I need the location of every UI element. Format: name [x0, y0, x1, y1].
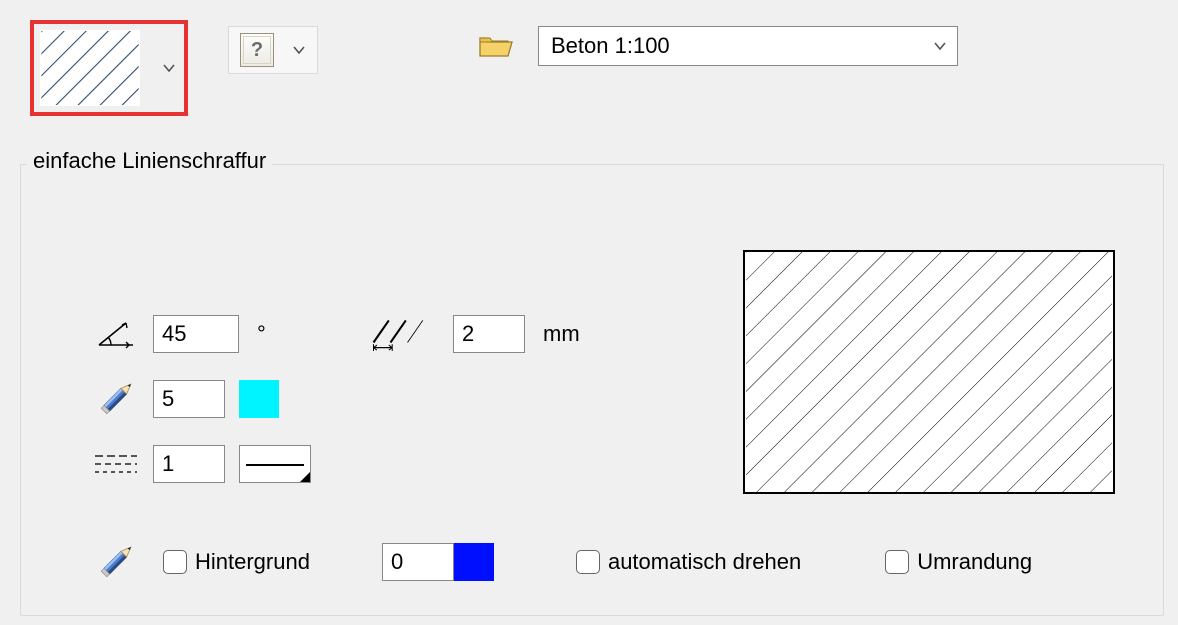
hatch-properties-group: einfache Linienschraffur 45 ° — [20, 164, 1164, 616]
chevron-down-icon — [933, 39, 947, 53]
background-pen-value: 0 — [391, 549, 403, 575]
background-color-swatch[interactable] — [454, 543, 494, 581]
spacing-input[interactable]: 2 — [453, 315, 525, 353]
hatch-preset-select[interactable]: Beton 1:100 — [538, 26, 958, 66]
pencil-icon — [93, 382, 139, 416]
chevron-down-icon — [292, 43, 306, 57]
background-pen-input[interactable]: 0 — [382, 543, 454, 581]
hatch-pattern-picker[interactable] — [30, 20, 188, 116]
hatch-spacing-icon — [359, 317, 439, 351]
spacing-value: 2 — [462, 321, 474, 347]
auto-rotate-checkbox[interactable] — [576, 550, 600, 574]
pen-color-swatch[interactable] — [239, 380, 279, 418]
hatch-preset-value: Beton 1:100 — [551, 33, 670, 59]
hatch-preview — [743, 250, 1115, 494]
auto-rotate-label: automatisch drehen — [608, 549, 801, 575]
angle-icon — [93, 317, 139, 351]
help-button[interactable]: ? — [228, 26, 318, 74]
linetype-input[interactable]: 1 — [153, 445, 225, 483]
background-label: Hintergrund — [195, 549, 310, 575]
hatch-pattern-icon — [40, 30, 140, 106]
chevron-down-icon — [162, 61, 176, 75]
pencil-icon — [93, 545, 139, 579]
angle-value: 45 — [162, 321, 186, 347]
border-checkbox[interactable] — [885, 550, 909, 574]
spacing-unit: mm — [543, 321, 580, 347]
dashed-line-icon — [93, 449, 139, 479]
help-icon: ? — [240, 33, 274, 67]
pen-number-value: 5 — [162, 386, 174, 412]
folder-open-icon[interactable] — [478, 32, 514, 60]
angle-unit: ° — [257, 321, 266, 347]
angle-input[interactable]: 45 — [153, 315, 239, 353]
linetype-picker[interactable] — [239, 445, 311, 483]
group-title: einfache Linienschraffur — [27, 148, 272, 174]
background-checkbox[interactable] — [163, 550, 187, 574]
border-label: Umrandung — [917, 549, 1032, 575]
pen-number-input[interactable]: 5 — [153, 380, 225, 418]
linetype-value: 1 — [162, 451, 174, 477]
